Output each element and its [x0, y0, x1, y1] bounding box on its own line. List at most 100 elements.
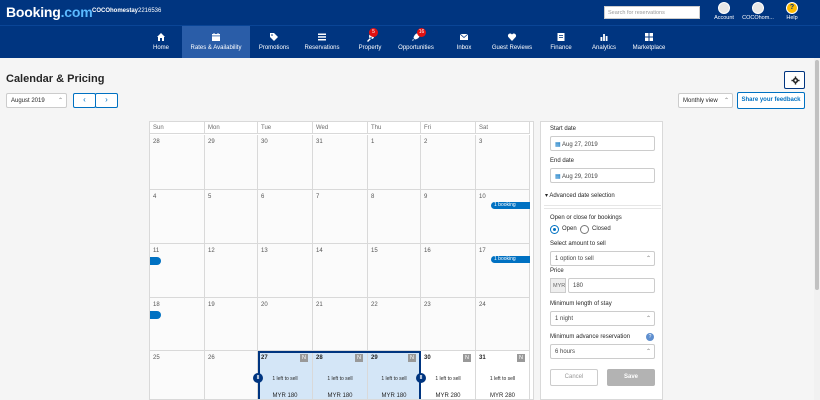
calendar-day-cell[interactable]: 26: [205, 351, 258, 399]
day-number: 30: [424, 355, 431, 361]
booking-bar[interactable]: 1 booking: [491, 256, 530, 263]
day-number: 29: [371, 355, 378, 361]
nav-marketplace[interactable]: Marketplace: [628, 26, 670, 58]
calendar-day-cell[interactable]: 6: [258, 190, 313, 244]
calendar-day-cell[interactable]: 28: [150, 135, 205, 190]
day-number: 28: [153, 139, 160, 145]
calendar-day-cell[interactable]: 22: [368, 298, 421, 351]
open-radio-label[interactable]: Open: [562, 226, 577, 232]
calendar-day-cell[interactable]: 28 N 1 left to sell MYR 180: [313, 351, 368, 399]
property-avatar-icon[interactable]: [752, 2, 764, 14]
nav-rates-availability[interactable]: Rates & Availability: [182, 26, 250, 58]
open-radio[interactable]: [550, 225, 559, 234]
help-label[interactable]: Help: [782, 15, 802, 21]
day-number: 8: [371, 194, 375, 200]
day-number: 16: [424, 248, 431, 254]
price-input[interactable]: 180: [568, 278, 655, 293]
nav-guest-reviews[interactable]: Guest Reviews: [488, 26, 536, 58]
calendar-day-cell[interactable]: 8: [368, 190, 421, 244]
calendar-icon: [212, 33, 220, 41]
calendar-day-cell[interactable]: 4: [150, 190, 205, 244]
booking-bar-continuation[interactable]: [150, 257, 161, 265]
closed-radio[interactable]: [580, 225, 589, 234]
home-icon: [157, 33, 165, 41]
nav-home[interactable]: Home: [144, 26, 178, 58]
calendar-day-cell[interactable]: 12: [205, 244, 258, 298]
calendar-day-cell[interactable]: 11: [150, 244, 205, 298]
calendar-day-cell[interactable]: 30: [258, 135, 313, 190]
calendar-day-cell[interactable]: 31: [313, 135, 368, 190]
month-select[interactable]: August 2019 ⌃: [6, 93, 67, 108]
calendar-day-cell[interactable]: 27 N 1 left to sell MYR 180: [258, 351, 313, 399]
calendar-day-cell[interactable]: 15: [368, 244, 421, 298]
day-number: 1: [371, 139, 375, 145]
calendar-day-cell[interactable]: 1: [368, 135, 421, 190]
rooms-left-text: 1 left to sell: [381, 376, 407, 382]
selection-drag-handle[interactable]: II: [253, 373, 263, 383]
nav-analytics[interactable]: Analytics: [588, 26, 620, 58]
closed-radio-label[interactable]: Closed: [592, 226, 611, 232]
calendar-day-cell[interactable]: 9: [421, 190, 476, 244]
calendar-day-cell[interactable]: 10: [476, 190, 530, 244]
property-menu-label[interactable]: COCOhom...: [740, 15, 776, 21]
min-advance-select[interactable]: 6 hours ⌃: [550, 344, 655, 359]
nav-property[interactable]: Property 5: [350, 26, 390, 58]
calendar-day-cell[interactable]: 17: [476, 244, 530, 298]
rooms-left-text: 1 left to sell: [327, 376, 353, 382]
booking-bar[interactable]: 1 booking: [491, 202, 530, 209]
next-month-button[interactable]: ›: [95, 93, 118, 108]
min-stay-select[interactable]: 1 night ⌃: [550, 311, 655, 326]
account-avatar-icon[interactable]: [718, 2, 730, 14]
day-header: Sat: [476, 122, 530, 134]
calendar-day-cell[interactable]: 29 N 1 left to sell MYR 180: [368, 351, 421, 399]
booking-logo[interactable]: Booking.com: [6, 4, 93, 20]
share-feedback-button[interactable]: Share your feedback: [737, 92, 805, 109]
chevron-updown-icon: ⌃: [645, 316, 651, 322]
reservation-search-input[interactable]: Search for reservations: [604, 6, 700, 19]
rooms-left-text: 1 left to sell: [435, 376, 461, 382]
prev-month-button[interactable]: ‹: [73, 93, 96, 108]
calendar-day-cell[interactable]: 16: [421, 244, 476, 298]
cancel-button[interactable]: Cancel: [550, 369, 598, 386]
calendar-day-cell[interactable]: 21: [313, 298, 368, 351]
help-icon[interactable]: ?: [786, 2, 798, 14]
calendar-day-cell[interactable]: 13: [258, 244, 313, 298]
calendar-day-cell[interactable]: 2: [421, 135, 476, 190]
advanced-date-selection-toggle[interactable]: ▾ Advanced date selection: [545, 192, 615, 199]
scrollbar-thumb[interactable]: [815, 60, 819, 290]
help-icon[interactable]: ?: [646, 333, 654, 341]
view-select[interactable]: Monthly view ⌃: [678, 93, 733, 108]
calendar-day-cell[interactable]: 25: [150, 351, 205, 399]
booking-bar-continuation[interactable]: [150, 311, 161, 319]
calendar-day-cell[interactable]: 24: [476, 298, 530, 351]
calendar-day-cell[interactable]: 29: [205, 135, 258, 190]
nav-finance[interactable]: Finance: [544, 26, 578, 58]
calendar-day-cell[interactable]: 20: [258, 298, 313, 351]
nav-inbox[interactable]: Inbox: [448, 26, 480, 58]
calendar-day-cell[interactable]: 14: [313, 244, 368, 298]
calendar-day-cell[interactable]: 19: [205, 298, 258, 351]
day-price: MYR 180: [327, 393, 353, 399]
day-number: 6: [261, 194, 265, 200]
day-number: 10: [479, 194, 486, 200]
nav-promotions[interactable]: Promotions: [254, 26, 294, 58]
calendar-day-cell[interactable]: 18: [150, 298, 205, 351]
account-label[interactable]: Account: [713, 15, 735, 21]
settings-button[interactable]: [784, 71, 805, 89]
selection-drag-handle[interactable]: II: [416, 373, 426, 383]
amount-select[interactable]: 1 option to sell ⌃: [550, 251, 655, 266]
calendar-day-cell[interactable]: 30 N 1 left to sell MYR 280: [421, 351, 476, 399]
calendar-day-cell[interactable]: 3: [476, 135, 530, 190]
divider: [544, 205, 661, 206]
calendar-day-cell[interactable]: 23: [421, 298, 476, 351]
calendar-day-cell[interactable]: 31 N 1 left to sell MYR 280: [476, 351, 530, 399]
finance-icon: [557, 33, 565, 41]
start-date-input[interactable]: ▦ Aug 27, 2019: [550, 136, 655, 151]
nav-reservations[interactable]: Reservations: [300, 26, 344, 58]
calendar-day-cell[interactable]: 7: [313, 190, 368, 244]
nav-opportunities[interactable]: Opportunities 16: [392, 26, 440, 58]
end-date-input[interactable]: ▦ Aug 29, 2019: [550, 168, 655, 183]
day-header: Wed: [313, 122, 368, 134]
save-button[interactable]: Save: [607, 369, 655, 386]
calendar-day-cell[interactable]: 5: [205, 190, 258, 244]
